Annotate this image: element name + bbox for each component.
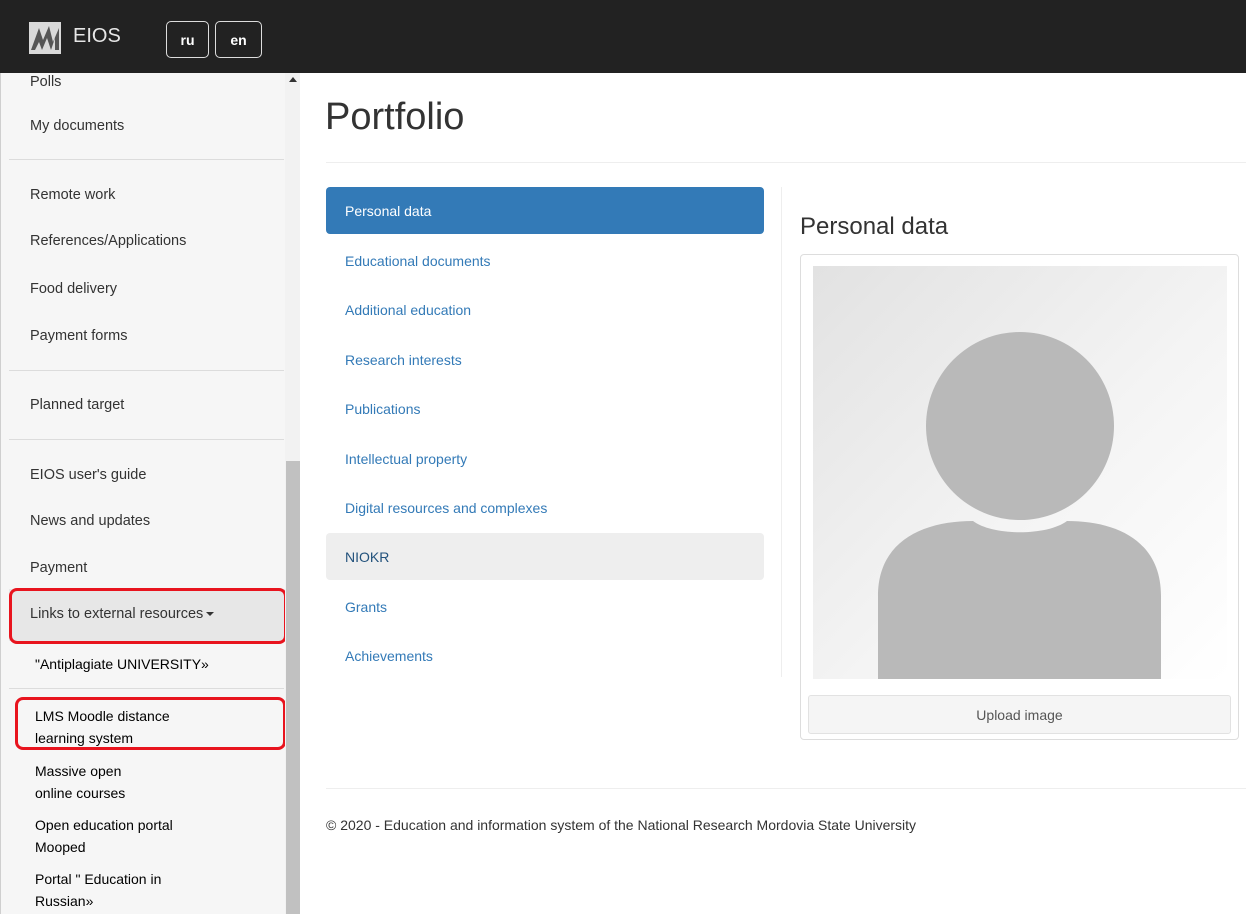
sidebar-item-payment-forms[interactable]: Payment forms [30, 328, 128, 344]
tab-niokr[interactable]: NIOKR [326, 533, 764, 580]
external-link-mooc[interactable]: Massive open online courses [35, 760, 125, 804]
sidebar-divider [9, 688, 284, 689]
link-text-line1: Massive open [35, 763, 122, 779]
photo-panel: Upload image [800, 254, 1239, 740]
sidebar-item-planned-target[interactable]: Planned target [30, 397, 124, 413]
footer-divider [326, 788, 1246, 789]
tab-publications[interactable]: Publications [326, 385, 764, 432]
link-text-line2: Russian» [35, 893, 94, 909]
sidebar-item-remote-work[interactable]: Remote work [30, 187, 115, 203]
language-en-button[interactable]: en [215, 21, 262, 58]
language-ru-button[interactable]: ru [166, 21, 209, 58]
tab-achievements[interactable]: Achievements [326, 632, 764, 679]
sidebar-item-my-documents[interactable]: My documents [30, 118, 124, 134]
sidebar-divider [9, 159, 284, 160]
link-text: "Antiplagiate UNIVERSITY» [35, 656, 209, 672]
external-link-antiplagiate[interactable]: "Antiplagiate UNIVERSITY» [35, 653, 209, 675]
sidebar-scrollbar[interactable] [285, 73, 300, 914]
brand-name[interactable]: EIOS [73, 25, 121, 48]
eios-logo-icon[interactable] [29, 22, 61, 54]
tab-digital-resources[interactable]: Digital resources and complexes [326, 484, 764, 531]
external-link-education-in-russian[interactable]: Portal " Education in Russian» [35, 868, 161, 912]
tab-intellectual-property[interactable]: Intellectual property [326, 435, 764, 482]
highlight-box [15, 697, 286, 750]
link-text-line2: Mooped [35, 839, 86, 855]
link-text-line2: online courses [35, 785, 126, 801]
link-text-line1: Portal " Education in [35, 871, 162, 887]
sidebar: Polls My documents Remote work Reference… [0, 73, 300, 914]
tab-personal-data[interactable]: Personal data [326, 187, 764, 234]
sidebar-item-user-guide[interactable]: EIOS user's guide [30, 467, 146, 483]
link-text-line1: Open education portal [35, 817, 173, 833]
section-title: Personal data [800, 213, 949, 240]
tab-research-interests[interactable]: Research interests [326, 336, 764, 383]
footer-text: © 2020 - Education and information syste… [326, 817, 917, 833]
avatar-placeholder-icon [878, 332, 1161, 679]
sidebar-item-news[interactable]: News and updates [30, 513, 150, 529]
title-divider [326, 162, 1246, 163]
sidebar-divider [9, 370, 284, 371]
sidebar-item-payment[interactable]: Payment [30, 560, 87, 576]
highlight-box [9, 588, 287, 644]
tab-grants[interactable]: Grants [326, 583, 764, 630]
tab-additional-education[interactable]: Additional education [326, 286, 764, 333]
sidebar-divider [9, 439, 284, 440]
column-divider [781, 187, 782, 677]
upload-image-button[interactable]: Upload image [808, 695, 1231, 734]
sidebar-item-references[interactable]: References/Applications [30, 233, 186, 249]
external-link-mooped[interactable]: Open education portal Mooped [35, 814, 173, 858]
sidebar-item-polls[interactable]: Polls [30, 74, 61, 90]
profile-photo [813, 266, 1227, 679]
sidebar-item-food-delivery[interactable]: Food delivery [30, 281, 117, 297]
scroll-up-arrow-icon[interactable] [289, 77, 297, 82]
tab-educational-documents[interactable]: Educational documents [326, 237, 764, 284]
page-title: Portfolio [325, 96, 465, 138]
top-navbar: EIOS ru en [0, 0, 1246, 73]
scrollbar-thumb[interactable] [286, 461, 300, 914]
